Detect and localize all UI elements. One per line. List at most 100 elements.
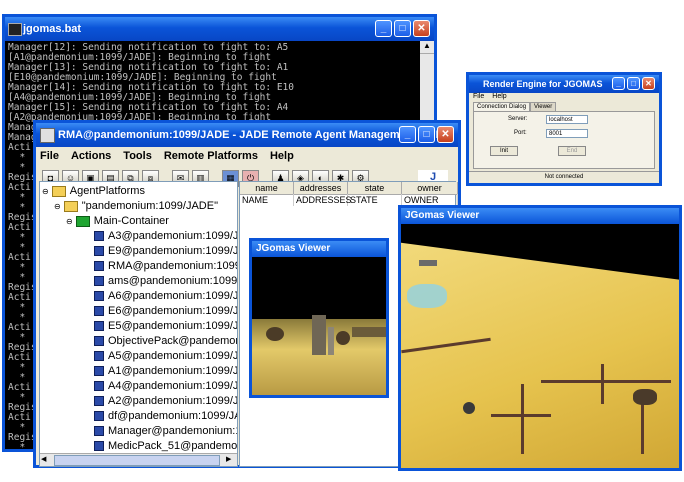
expand-icon[interactable]: ⊖ [42, 187, 49, 196]
tree-node-agent[interactable]: A4@pandemonium:1099/JADE [94, 379, 238, 394]
agent-label: RMA@pandemonium:1099/JADE [108, 260, 237, 272]
jgomas-viewer-large[interactable]: JGomas Viewer [398, 205, 682, 471]
tree-node-platform[interactable]: ⊖ "pandemonium:1099/JADE" [54, 199, 218, 214]
wall [491, 414, 551, 417]
tree-node-agent[interactable]: A1@pandemonium:1099/JADE [94, 364, 238, 379]
terrain [401, 242, 679, 468]
minimize-button[interactable]: _ [399, 126, 416, 143]
minimize-button[interactable]: _ [375, 20, 392, 37]
cell-state[interactable]: STATE [348, 194, 402, 206]
agent-icon [94, 396, 104, 407]
scroll-left-icon[interactable]: ◀ [41, 455, 51, 464]
cell-name[interactable]: NAME [240, 194, 294, 206]
render-engine-window[interactable]: Render Engine for JGOMAS _ □ ✕ File Help… [466, 72, 662, 186]
tree-node-agent[interactable]: df@pandemonium:1099/JADE [94, 409, 237, 424]
agent-icon [94, 306, 104, 317]
tree-node-agent[interactable]: A2@pandemonium:1099/JADE [94, 394, 237, 409]
port-label: Port: [514, 130, 527, 136]
render-menu-bar: File Help [473, 93, 507, 100]
minimize-button[interactable]: _ [612, 77, 625, 90]
agent-icon [94, 426, 104, 437]
tree-node-agent-platforms[interactable]: ⊖ AgentPlatforms [42, 184, 145, 199]
jgomas-viewer-small[interactable]: JGomas Viewer [249, 238, 389, 398]
server-input[interactable]: localhost [546, 115, 588, 124]
tree-node-agent[interactable]: A6@pandemonium:1099/JADE [94, 289, 238, 304]
container-icon [75, 215, 90, 227]
end-button[interactable]: End [558, 146, 586, 156]
port-input[interactable]: 8001 [546, 129, 588, 138]
menu-actions[interactable]: Actions [71, 147, 111, 165]
expand-icon[interactable]: ⊖ [66, 217, 73, 226]
agent-label: E5@pandemonium:1099/JADE [108, 320, 238, 332]
rma-title[interactable]: RMA@pandemonium:1099/JADE - JADE Remote … [36, 123, 458, 147]
3d-scene[interactable] [252, 257, 386, 395]
scroll-up-icon[interactable]: ▲ [420, 41, 434, 54]
menu-help[interactable]: Help [492, 93, 506, 100]
agent-icon [94, 231, 104, 242]
rma-menu-bar: File Actions Tools Remote Platforms Help [36, 147, 458, 165]
connection-status: Not connected [469, 171, 659, 183]
tree-node-agent[interactable]: Manager@pandemonium:1099 [94, 424, 237, 439]
agent-label: ObjectivePack@pandemonium [108, 335, 237, 347]
agent-icon [94, 261, 104, 272]
agent-icon [94, 276, 104, 287]
init-button[interactable]: Init [490, 146, 518, 156]
server-label: Server: [508, 116, 528, 122]
base-marker [419, 260, 437, 266]
agent-label: A4@pandemonium:1099/JADE [108, 380, 238, 392]
agent-label: A3@pandemonium:1099/JADE [108, 230, 238, 242]
agent-label: df@pandemonium:1099/JADE [108, 410, 237, 422]
tree-node-agent[interactable]: E9@pandemonium:1099/JADE [94, 244, 238, 259]
agent-label: A1@pandemonium:1099/JADE [108, 365, 238, 377]
tree-node-agent[interactable]: ams@pandemonium:1099/JADE [94, 274, 238, 289]
tree-node-container[interactable]: ⊖ Main-Container [66, 214, 169, 229]
agent-tree[interactable]: ⊖ AgentPlatforms ⊖ "pandemonium:1099/JAD… [39, 181, 238, 467]
menu-tools[interactable]: Tools [123, 147, 152, 165]
agent-label: ams@pandemonium:1099/JADE [108, 275, 238, 287]
wall [601, 364, 604, 404]
connection-panel: Server: localhost Port: 8001 Init End [473, 111, 655, 169]
rma-window[interactable]: RMA@pandemonium:1099/JADE - JADE Remote … [33, 120, 461, 468]
agent-icon [94, 336, 104, 347]
menu-remote-platforms[interactable]: Remote Platforms [164, 147, 258, 165]
agent-label: E6@pandemonium:1099/JADE [108, 305, 238, 317]
scroll-right-icon[interactable]: ▶ [226, 455, 236, 464]
tree-node-agent[interactable]: A3@pandemonium:1099/JADE [94, 229, 238, 244]
agent-icon [94, 321, 104, 332]
viewer-title[interactable]: JGomas Viewer [401, 208, 679, 224]
tree-node-agent[interactable]: MedicPack_51@pandemonium [94, 439, 237, 454]
tree-node-agent[interactable]: E6@pandemonium:1099/JADE [94, 304, 238, 319]
menu-file[interactable]: File [473, 93, 484, 100]
cell-addresses[interactable]: ADDRESSES [294, 194, 352, 206]
pillar [312, 315, 326, 355]
tree-node-agent[interactable]: E5@pandemonium:1099/JADE [94, 319, 238, 334]
console-title[interactable]: jgomas.bat [5, 17, 434, 41]
maximize-button[interactable]: □ [418, 126, 435, 143]
folder-icon [63, 200, 78, 212]
tree-node-agent[interactable]: RMA@pandemonium:1099/JADE [94, 259, 237, 274]
agent-figure [336, 331, 350, 345]
agent-icon [94, 366, 104, 377]
tree-node-agent[interactable]: A5@pandemonium:1099/JADE [94, 349, 237, 364]
expand-icon[interactable]: ⊖ [54, 202, 61, 211]
viewer-title[interactable]: JGomas Viewer [252, 241, 386, 257]
close-button[interactable]: ✕ [437, 126, 454, 143]
3d-scene[interactable] [401, 224, 679, 468]
maximize-button[interactable]: □ [627, 77, 640, 90]
close-button[interactable]: ✕ [642, 77, 655, 90]
folder-icon [51, 185, 66, 197]
tree-node-agent[interactable]: ObjectivePack@pandemonium [94, 334, 237, 349]
close-button[interactable]: ✕ [413, 20, 430, 37]
menu-file[interactable]: File [40, 147, 59, 165]
wall [352, 327, 386, 337]
scroll-thumb[interactable] [54, 455, 220, 466]
agent-icon [94, 441, 104, 452]
agent-label: E9@pandemonium:1099/JADE [108, 245, 238, 257]
agent-figure [266, 327, 284, 341]
agent-label: A6@pandemonium:1099/JADE [108, 290, 238, 302]
water [407, 284, 447, 308]
menu-help[interactable]: Help [270, 147, 294, 165]
maximize-button[interactable]: □ [394, 20, 411, 37]
tree-horizontal-scrollbar[interactable]: ◀ ▶ [40, 453, 237, 466]
wall [541, 380, 671, 383]
